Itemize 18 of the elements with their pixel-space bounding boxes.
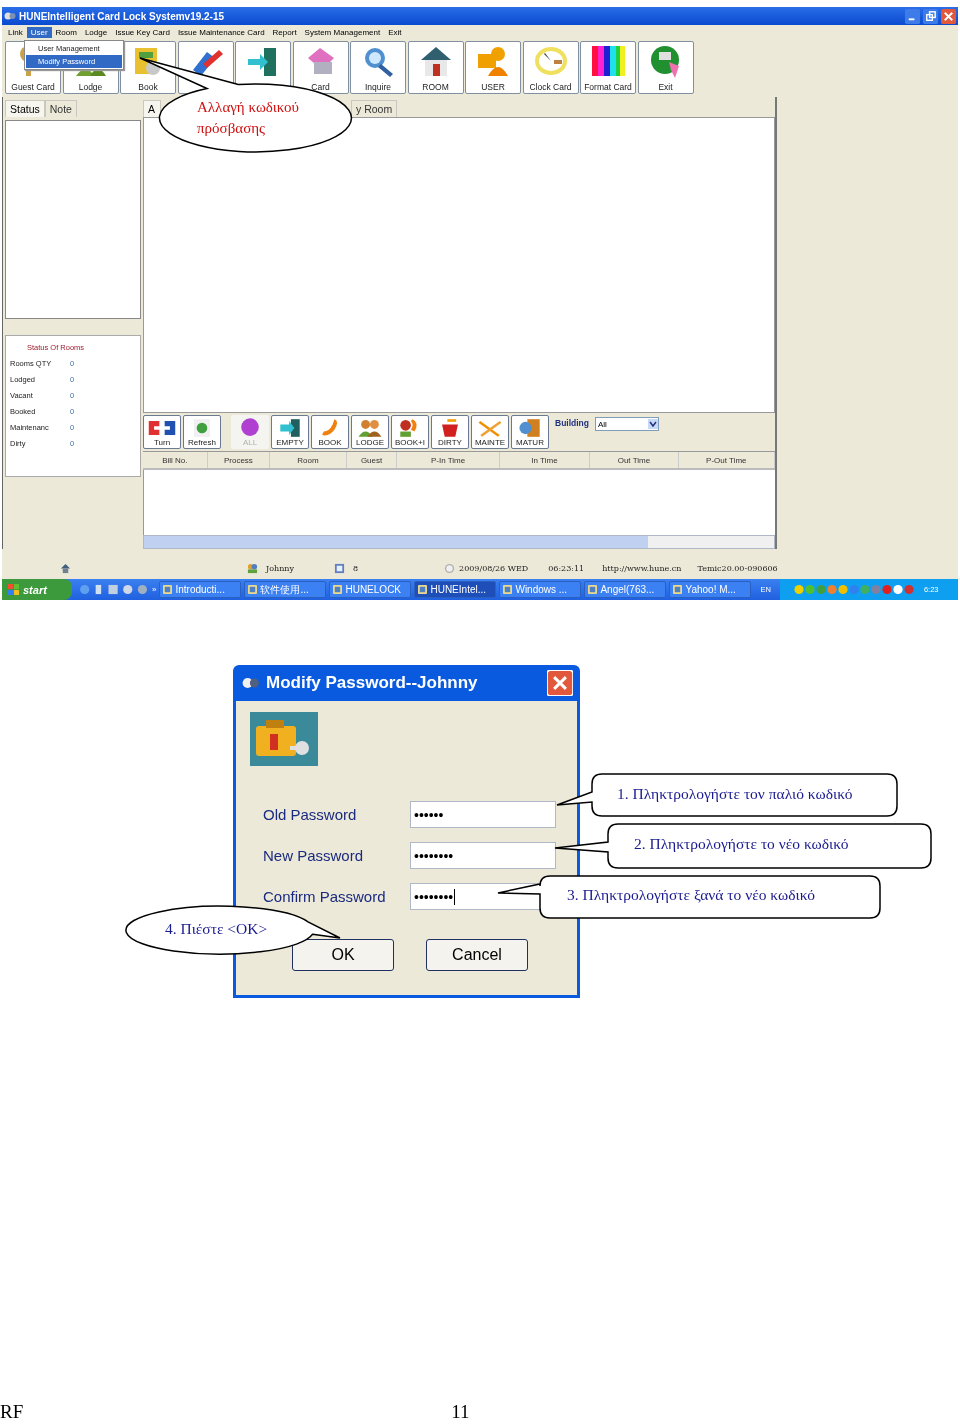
callout-text: 3. Πληκτρολογήστε ξανά το νέο κωδικό xyxy=(567,886,815,904)
version-text: Temic20.00-090606 xyxy=(697,563,778,573)
field-label: Confirm Password xyxy=(262,888,387,905)
count-text: 8 xyxy=(353,563,359,573)
dialog-title: Modify Password--Johnny xyxy=(266,673,478,693)
window-title: HUNEIntelligent Card Lock Systemv19.2-15 xyxy=(19,10,225,22)
user-name: Johnny xyxy=(266,563,294,573)
time-text: 06:23:11 xyxy=(548,563,585,573)
field-label: Old Password xyxy=(262,806,358,823)
page-number: 11 xyxy=(451,1401,470,1423)
date-text: 2009/08/26 WED xyxy=(459,563,529,573)
building-label: Building xyxy=(555,418,589,429)
field-label: New Password xyxy=(262,847,365,864)
callout-text: 2. Πληκτρολογήστε το νέο κωδικό xyxy=(634,835,849,853)
footer-text: RF xyxy=(0,1401,24,1423)
callout-text: Αλλαγή κωδικού πρόσβασης xyxy=(197,98,301,138)
callout-text: 4. Πιέστε <OK> xyxy=(165,920,268,938)
callout-text: 1. Πληκτρολογήστε τον παλιό κωδικό xyxy=(617,785,853,803)
